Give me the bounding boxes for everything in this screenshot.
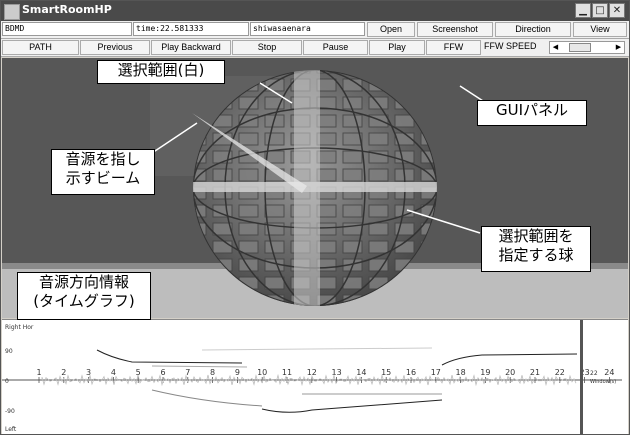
direction-trace-1 (96, 349, 243, 364)
callout-timegraph-line1: 音源方向情報 (38, 273, 129, 291)
close-icon[interactable]: ✕ (609, 3, 625, 18)
direction-trace-5 (261, 399, 443, 413)
x-tick-label: 6 (160, 368, 165, 377)
cursor-label: 22 (590, 370, 598, 377)
direction-button[interactable]: Direction (495, 22, 571, 37)
x-tick-label: 19 (480, 368, 490, 377)
callout-gui-panel: GUIパネル (477, 100, 587, 126)
toolbar-row-1: BDMD time:22.581333 shiwasaenara Open Sc… (1, 21, 629, 39)
y-label-0: 0 (5, 378, 9, 385)
callout-selection-range: 選択範囲(白) (97, 60, 225, 84)
callout-beam-line1: 音源を指し (65, 150, 141, 168)
x-tick-label: 15 (381, 368, 391, 377)
x-tick-label: 8 (210, 368, 215, 377)
slider-left-arrow-icon[interactable]: ◀ (550, 42, 561, 53)
time-graph[interactable]: 1 2 3 4 5 6 7 8 9 10 11 12 13 14 15 16 17 18 19 20 21 22 23 24 … (2, 319, 628, 435)
app-window: SmartRoomHP ▁ □ ✕ BDMD time:22.581333 sh… (0, 0, 630, 435)
stop-button[interactable]: Stop (232, 40, 302, 55)
previous-button[interactable]: Previous (80, 40, 150, 55)
x-tick-label: 17 (431, 368, 441, 377)
x-tick-label: 18 (456, 368, 466, 377)
right-label: Right Hor (5, 324, 34, 331)
ffw-speed-label: FFW SPEED (484, 41, 537, 51)
screenshot-button[interactable]: Screenshot (417, 22, 493, 37)
x-tick-label: 16 (406, 368, 416, 377)
x-tick-label: 20 (505, 368, 515, 377)
time-cursor[interactable] (580, 320, 583, 435)
slider-thumb[interactable] (569, 43, 591, 52)
direction-trace-6 (151, 389, 263, 407)
direction-trace-4 (201, 347, 433, 351)
x-tick-label: 1 (36, 368, 41, 377)
minimize-icon[interactable]: ▁ (575, 3, 591, 18)
time-graph-canvas: 1 2 3 4 5 6 7 8 9 10 11 12 13 14 15 16 17 18 19 20 21 22 23 24 … (2, 320, 622, 435)
toolbar-row-2: PATH Previous Play Backward Stop Pause P… (1, 39, 629, 57)
x-tick-label: 2 (61, 368, 66, 377)
left-label: Left (5, 426, 17, 433)
x-tick-label: 10 (257, 368, 267, 377)
y-label-neg90: -90 (5, 408, 15, 415)
x-tick-label: 22 (555, 368, 565, 377)
x-tick-label: 11 (282, 368, 292, 377)
callout-beam: 音源を指し 示すビーム (51, 149, 155, 195)
play-button[interactable]: Play (369, 40, 425, 55)
user-field[interactable]: shiwasaenara (250, 22, 365, 36)
app-icon (4, 4, 20, 20)
view-button[interactable]: View (573, 22, 627, 37)
maximize-icon[interactable]: □ (592, 3, 608, 18)
ffw-button[interactable]: FFW (426, 40, 481, 55)
callout-sphere-line1: 選択範囲を (498, 227, 574, 245)
callout-sphere-line2: 指定する球 (498, 246, 574, 264)
title-bar[interactable]: SmartRoomHP ▁ □ ✕ (1, 1, 629, 21)
x-tick-label: 9 (235, 368, 240, 377)
x-tick-label: 24 (604, 368, 614, 377)
window-label: Window(s) (590, 379, 616, 385)
direction-trace-2 (151, 365, 248, 368)
path-button[interactable]: PATH (2, 40, 79, 55)
play-backward-button[interactable]: Play Backward (151, 40, 231, 55)
y-label-90: 90 (5, 348, 13, 355)
ffw-speed-slider[interactable]: ◀ ▶ (549, 41, 625, 54)
pause-button[interactable]: Pause (303, 40, 368, 55)
slider-right-arrow-icon[interactable]: ▶ (613, 42, 624, 53)
callout-sphere: 選択範囲を 指定する球 (481, 226, 591, 272)
open-button[interactable]: Open (367, 22, 415, 37)
direction-trace-3 (441, 353, 578, 366)
file-field[interactable]: BDMD (2, 22, 132, 36)
callout-timegraph-line2: (タイムグラフ) (33, 292, 135, 310)
time-field[interactable]: time:22.581333 (133, 22, 249, 36)
x-tick-label: 13 (332, 368, 342, 377)
x-tick-label: 4 (111, 368, 116, 377)
window-title: SmartRoomHP (22, 3, 112, 16)
callout-timegraph: 音源方向情報 (タイムグラフ) (17, 272, 151, 320)
x-tick-label: 21 (530, 368, 540, 377)
x-tick-label: 14 (356, 368, 366, 377)
callout-beam-line2: 示すビーム (65, 169, 141, 187)
